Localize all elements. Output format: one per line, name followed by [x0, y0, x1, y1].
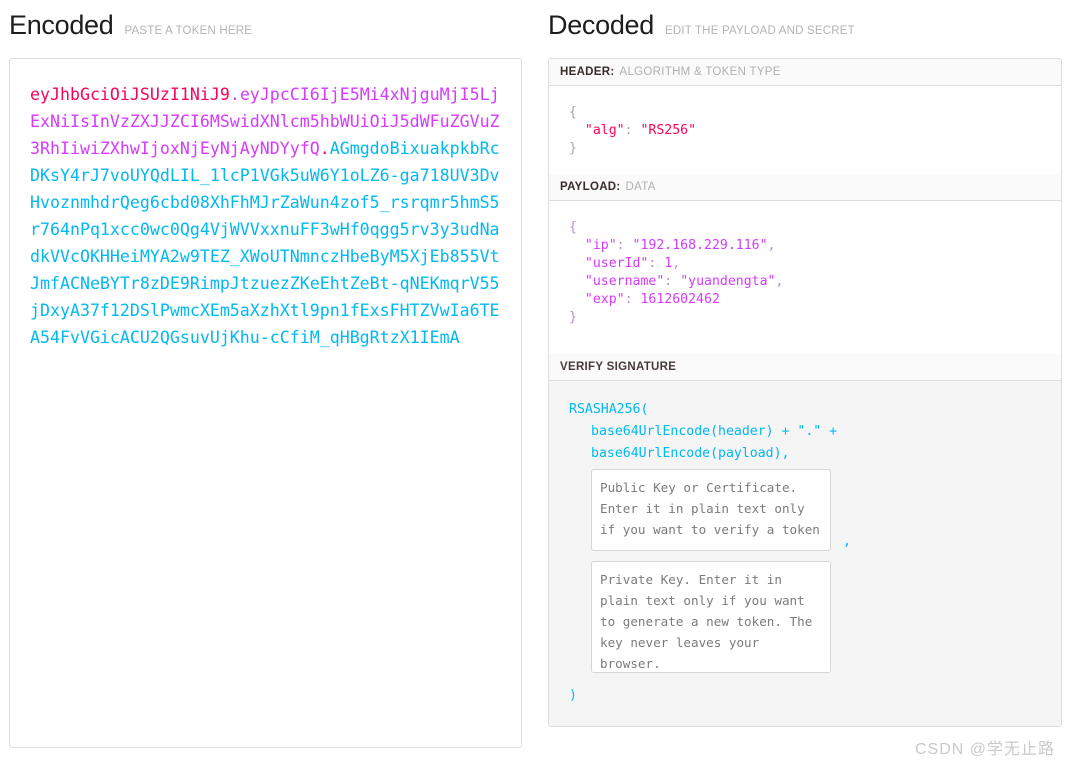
- payload-key-exp: "exp": [584, 292, 625, 307]
- header-brace-close: }: [569, 141, 577, 156]
- decoded-subtitle: EDIT THE PAYLOAD AND SECRET: [664, 25, 855, 37]
- decoded-header: Decoded EDIT THE PAYLOAD AND SECRET: [548, 12, 1062, 39]
- signature-editor: RSASHA256( base64UrlEncode(header) + "."…: [549, 381, 1061, 726]
- payload-comma-0: ,: [767, 238, 776, 253]
- payload-key-userid: "userId": [584, 256, 649, 271]
- payload-comma-2: ,: [775, 274, 784, 289]
- payload-key-ip: "ip": [584, 238, 617, 253]
- payload-comma-1: ,: [672, 256, 681, 271]
- payload-label-text: PAYLOAD:: [560, 181, 621, 193]
- signature-base64-payload-line: base64UrlEncode(payload),: [591, 446, 790, 461]
- header-section-label: HEADER: ALGORITHM & TOKEN TYPE: [549, 59, 1061, 86]
- decoded-title: Decoded: [548, 10, 654, 40]
- decoded-column: Decoded EDIT THE PAYLOAD AND SECRET HEAD…: [548, 12, 1062, 727]
- header-key-alg: "alg": [584, 123, 625, 138]
- signature-base64-header-line: base64UrlEncode(header) + "." +: [591, 424, 838, 439]
- token-signature-part: AGmgdoBixuakpkbRcDKsY4rJ7voUYQdLIL_1lcP1…: [30, 139, 500, 347]
- signature-section-label: VERIFY SIGNATURE: [549, 354, 1061, 381]
- token-separator-1: .: [229, 85, 240, 104]
- header-value-alg: "RS256": [640, 123, 697, 138]
- token-separator-2: .: [319, 139, 330, 158]
- header-brace-open: {: [569, 105, 577, 120]
- signature-algorithm-line: RSASHA256(: [569, 402, 649, 417]
- payload-json-editor[interactable]: { "ip": "192.168.229.116", "userId": 1, …: [549, 201, 1061, 354]
- encoded-token-input[interactable]: eyJhbGciOiJSUzI1NiJ9.eyJpcCI6IjE5Mi4xNjg…: [9, 58, 522, 748]
- payload-value-username: "yuandengta": [680, 274, 776, 289]
- header-label-text: HEADER:: [560, 66, 615, 78]
- header-colon: :: [624, 123, 641, 138]
- payload-section-label: PAYLOAD: DATA: [549, 174, 1061, 201]
- jwt-debugger-page: Encoded PASTE A TOKEN HERE eyJhbGciOiJSU…: [0, 0, 1069, 767]
- public-key-input[interactable]: [591, 469, 831, 551]
- encoded-column: Encoded PASTE A TOKEN HERE eyJhbGciOiJSU…: [9, 12, 522, 748]
- payload-label-suffix: DATA: [625, 181, 656, 193]
- payload-colon-3: :: [624, 292, 641, 307]
- encoded-subtitle: PASTE A TOKEN HERE: [124, 25, 253, 37]
- payload-value-ip: "192.168.229.116": [632, 238, 768, 253]
- payload-colon-0: :: [616, 238, 633, 253]
- signature-label-text: VERIFY SIGNATURE: [560, 361, 677, 373]
- payload-key-username: "username": [584, 274, 665, 289]
- watermark: CSDN @学无止路: [914, 741, 1055, 758]
- payload-colon-1: :: [648, 256, 665, 271]
- private-key-input[interactable]: [591, 561, 831, 673]
- decoded-sections: HEADER: ALGORITHM & TOKEN TYPE { "alg": …: [548, 58, 1062, 727]
- header-label-suffix: ALGORITHM & TOKEN TYPE: [619, 66, 781, 78]
- jwt-token-text[interactable]: eyJhbGciOiJSUzI1NiJ9.eyJpcCI6IjE5Mi4xNjg…: [30, 81, 501, 351]
- token-header-part: eyJhbGciOiJSUzI1NiJ9: [30, 85, 230, 104]
- payload-brace-open: {: [569, 220, 577, 235]
- payload-colon-2: :: [664, 274, 681, 289]
- header-json-editor[interactable]: { "alg": "RS256" }: [549, 86, 1061, 174]
- payload-brace-close: }: [569, 310, 577, 325]
- payload-value-exp: 1612602462: [640, 292, 720, 307]
- encoded-header: Encoded PASTE A TOKEN HERE: [9, 12, 522, 39]
- signature-comma-after-public-key: ,: [843, 534, 851, 549]
- signature-close-paren: ): [569, 688, 577, 703]
- encoded-title: Encoded: [9, 10, 114, 40]
